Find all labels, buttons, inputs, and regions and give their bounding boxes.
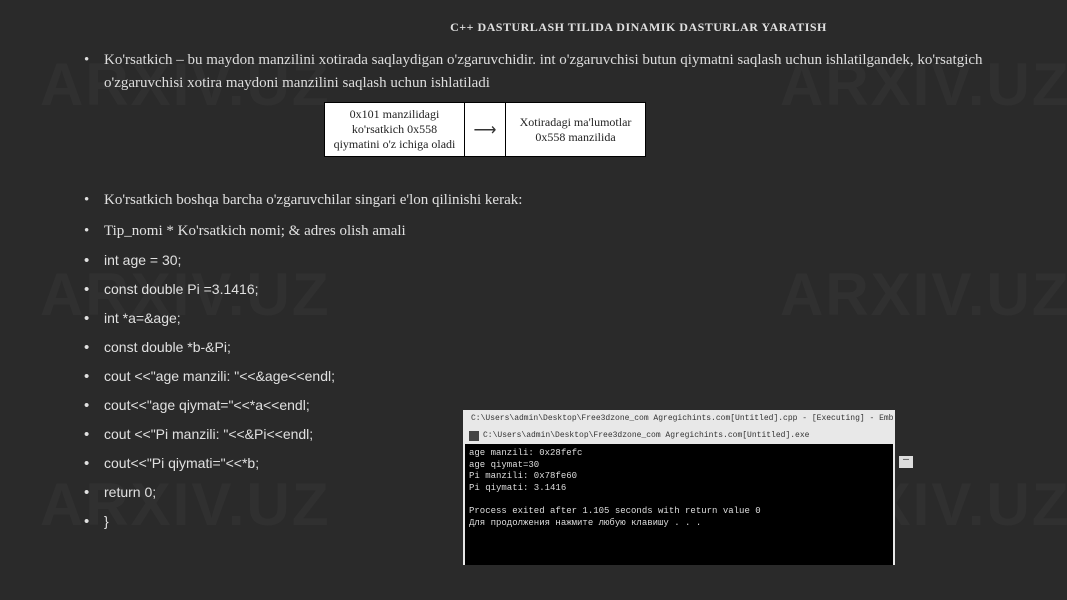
bullet-declare: Ko'rsatkich boshqa barcha o'zgaruvchilar… (72, 189, 995, 212)
console-output: age manzili: 0x28fefc age qiymat=30 Pi m… (465, 446, 893, 532)
console-titlebar: C:\Users\admin\Desktop\Free3dzone_com Ag… (465, 410, 893, 428)
code-line: const double Pi =3.1416; (72, 279, 995, 300)
console-window: C:\Users\admin\Desktop\Free3dzone_com Ag… (463, 410, 895, 565)
pointer-diagram: 0x101 manzilidagi ko'rsatkich 0x558 qiym… (324, 102, 995, 157)
bullet-syntax: Tip_nomi * Ko'rsatkich nomi; & adres oli… (72, 220, 995, 243)
arrow-icon: ⟶ (465, 103, 505, 156)
diagram-container: 0x101 manzilidagi ko'rsatkich 0x558 qiym… (324, 102, 646, 157)
intro-bullet: Ko'rsatkich – bu maydon manzilini xotira… (72, 49, 995, 94)
minimize-icon: — (899, 456, 913, 468)
code-line: int *a=&age; (72, 308, 995, 329)
diagram-right-box: Xotiradagi ma'lumotlar 0x558 manzilida (505, 103, 645, 156)
content-list: Ko'rsatkich – bu maydon manzilini xotira… (72, 49, 995, 94)
code-line: cout <<"age manzili: "<<&age<<endl; (72, 366, 995, 387)
diagram-left-box: 0x101 manzilidagi ko'rsatkich 0x558 qiym… (325, 103, 465, 156)
code-line: int age = 30; (72, 250, 995, 271)
console-path-bar: C:\Users\admin\Desktop\Free3dzone_com Ag… (465, 428, 893, 444)
page-title: C++ DASTURLASH TILIDA DINAMIK DASTURLAR … (282, 20, 995, 35)
code-line: const double *b-&Pi; (72, 337, 995, 358)
